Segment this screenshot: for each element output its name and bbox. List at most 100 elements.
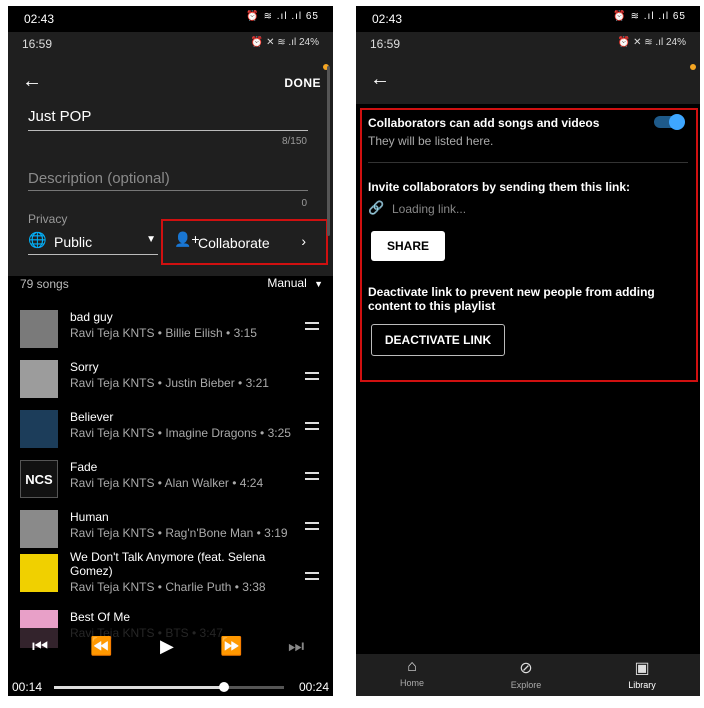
nav-explore[interactable]: ⊘ Explore <box>496 658 556 690</box>
privacy-label: Privacy <box>28 212 68 226</box>
status-time: 16:59 <box>370 37 401 51</box>
home-icon: ⌂ <box>407 658 417 675</box>
fast-forward-icon[interactable]: ⏩ <box>220 636 242 657</box>
seek-bar-fill <box>54 686 225 689</box>
privacy-dropdown[interactable]: 🌐 Public ▼ <box>28 228 158 256</box>
collab-toggle-subtitle: They will be listed here. <box>368 134 494 148</box>
drag-handle-icon[interactable] <box>305 522 319 530</box>
song-row[interactable]: NCS Fade Ravi Teja KNTS • Alan Walker • 4:… <box>8 460 333 508</box>
song-subtitle: Ravi Teja KNTS • Billie Eilish • 3:15 <box>70 326 257 340</box>
link-icon: 🔗 <box>368 200 385 215</box>
album-art-thumbnail <box>20 360 58 398</box>
song-title: We Don't Talk Anymore (feat. Selena Gome… <box>70 550 266 578</box>
song-subtitle: Ravi Teja KNTS • Alan Walker • 4:24 <box>70 476 264 490</box>
deactivate-text-line-1: Deactivate link to prevent new people fr… <box>368 285 655 299</box>
status-time: 16:59 <box>22 37 53 51</box>
album-art-thumbnail <box>20 310 58 348</box>
bottom-navigation: ⌂ Home ⊘ Explore ▣ Library <box>356 654 700 696</box>
drag-handle-icon[interactable] <box>305 372 319 380</box>
song-title: bad guy <box>70 310 113 324</box>
collab-toggle[interactable] <box>654 114 685 130</box>
status-icons: ⏰ ✕ ≋ .ıl 24% <box>617 37 686 48</box>
invite-text: Invite collaborators by sending them thi… <box>368 180 631 194</box>
scrollbar[interactable] <box>327 66 330 236</box>
nav-explore-label: Explore <box>510 680 542 690</box>
description-underline <box>28 190 308 191</box>
album-art-thumbnail <box>20 410 58 448</box>
collaborate-header: ← <box>356 56 700 104</box>
privacy-underline <box>28 254 158 255</box>
globe-icon: 🌐 <box>28 232 47 249</box>
description-input[interactable]: Description (optional) <box>28 170 170 187</box>
drag-handle-icon[interactable] <box>305 322 319 330</box>
nav-home[interactable]: ⌂ Home <box>382 658 442 688</box>
status-icons: ⏰ ✕ ≋ .ıl 24% <box>250 37 319 48</box>
status-icons: ⏰ ≋ .ıl .ıl 65 <box>246 11 319 22</box>
sort-dropdown[interactable]: Manual ▼ <box>267 276 323 290</box>
song-row[interactable]: Sorry Ravi Teja KNTS • Justin Bieber • 3:… <box>8 360 333 408</box>
deactivate-text-line-2: content to this playlist <box>368 299 496 313</box>
back-arrow-icon[interactable]: ← <box>370 68 390 91</box>
description-counter: 0 <box>301 198 307 209</box>
divider <box>368 162 688 163</box>
album-art-thumbnail: NCS <box>20 460 58 498</box>
song-subtitle: Ravi Teja KNTS • Imagine Dragons • 3:25 <box>70 426 291 440</box>
system-status-bar: 02:43 ⏰ ≋ .ıl .ıl 65 <box>8 6 333 32</box>
library-icon: ▣ <box>634 660 650 677</box>
inner-status-bar: 16:59 ⏰ ✕ ≋ .ıl 24% <box>8 32 333 56</box>
done-button[interactable]: DONE <box>284 76 321 90</box>
left-phone-screen: 02:43 ⏰ ≋ .ıl .ıl 65 16:59 ⏰ ✕ ≋ .ıl 24%… <box>8 6 333 696</box>
seek-bar[interactable] <box>54 682 284 692</box>
drag-handle-icon[interactable] <box>305 472 319 480</box>
right-phone-screen: 02:43 ⏰ ≋ .ıl .ıl 65 16:59 ⏰ ✕ ≋ .ıl 24%… <box>356 6 700 696</box>
back-arrow-icon[interactable]: ← <box>22 70 42 93</box>
nav-library[interactable]: ▣ Library <box>612 658 672 690</box>
nav-home-label: Home <box>399 678 424 688</box>
song-subtitle: Ravi Teja KNTS • Charlie Puth • 3:38 <box>70 580 266 594</box>
album-art-thumbnail <box>20 554 58 592</box>
drag-handle-icon[interactable] <box>305 422 319 430</box>
dropdown-arrow-icon: ▼ <box>314 279 323 289</box>
song-subtitle: Ravi Teja KNTS • Rag'n'Bone Man • 3:19 <box>70 526 288 540</box>
drag-handle-icon[interactable] <box>305 572 319 580</box>
inner-status-bar: 16:59 ⏰ ✕ ≋ .ıl 24% <box>356 32 700 56</box>
song-row[interactable]: bad guy Ravi Teja KNTS • Billie Eilish • … <box>8 310 333 358</box>
skip-back-icon[interactable]: ⏮ <box>32 636 48 657</box>
rewind-icon[interactable]: ⏪ <box>90 636 112 657</box>
song-count: 79 songs <box>20 277 69 291</box>
deactivate-link-button[interactable]: DEACTIVATE LINK <box>371 324 505 356</box>
status-time: 02:43 <box>24 12 55 26</box>
play-icon[interactable]: ▶ <box>160 636 174 657</box>
song-title: Sorry <box>70 360 99 374</box>
status-icons: ⏰ ≋ .ıl .ıl 65 <box>613 11 686 22</box>
song-title: Best Of Me <box>70 610 131 624</box>
elapsed-time: 00:14 <box>12 680 43 694</box>
album-art-thumbnail <box>20 510 58 548</box>
playback-overlay: ⏮ ⏪ ▶ ⏩ ⏭ 00:14 00:24 <box>8 628 333 696</box>
playlist-title-input[interactable]: Just POP <box>28 108 91 125</box>
title-counter: 8/150 <box>281 136 307 147</box>
song-subtitle: Ravi Teja KNTS • Justin Bieber • 3:21 <box>70 376 269 390</box>
seek-knob[interactable] <box>219 682 230 692</box>
status-time: 02:43 <box>372 12 403 26</box>
nav-library-label: Library <box>628 680 656 690</box>
song-row[interactable]: Believer Ravi Teja KNTS • Imagine Dragons… <box>8 410 333 458</box>
compass-icon: ⊘ <box>519 660 533 677</box>
dropdown-arrow-icon: ▼ <box>146 234 156 245</box>
song-title: Fade <box>70 460 98 474</box>
collaborate-highlight-box <box>161 219 328 265</box>
toggle-knob <box>669 114 685 130</box>
share-button[interactable]: SHARE <box>371 231 445 261</box>
song-title: Human <box>70 510 109 524</box>
privacy-value: Public <box>54 234 93 250</box>
skip-next-icon[interactable]: ⏭ <box>288 636 304 657</box>
song-title: Believer <box>70 410 114 424</box>
loading-link-text: Loading link... <box>392 202 467 216</box>
sort-label: Manual <box>267 276 307 290</box>
duration-time: 00:24 <box>298 680 329 694</box>
notification-dot <box>690 64 696 70</box>
song-row[interactable]: We Don't Talk Anymore (feat. Selena Gome… <box>8 550 333 602</box>
system-status-bar: 02:43 ⏰ ≋ .ıl .ıl 65 <box>356 6 700 32</box>
title-underline <box>28 130 308 131</box>
collab-toggle-title: Collaborators can add songs and videos <box>368 116 600 130</box>
